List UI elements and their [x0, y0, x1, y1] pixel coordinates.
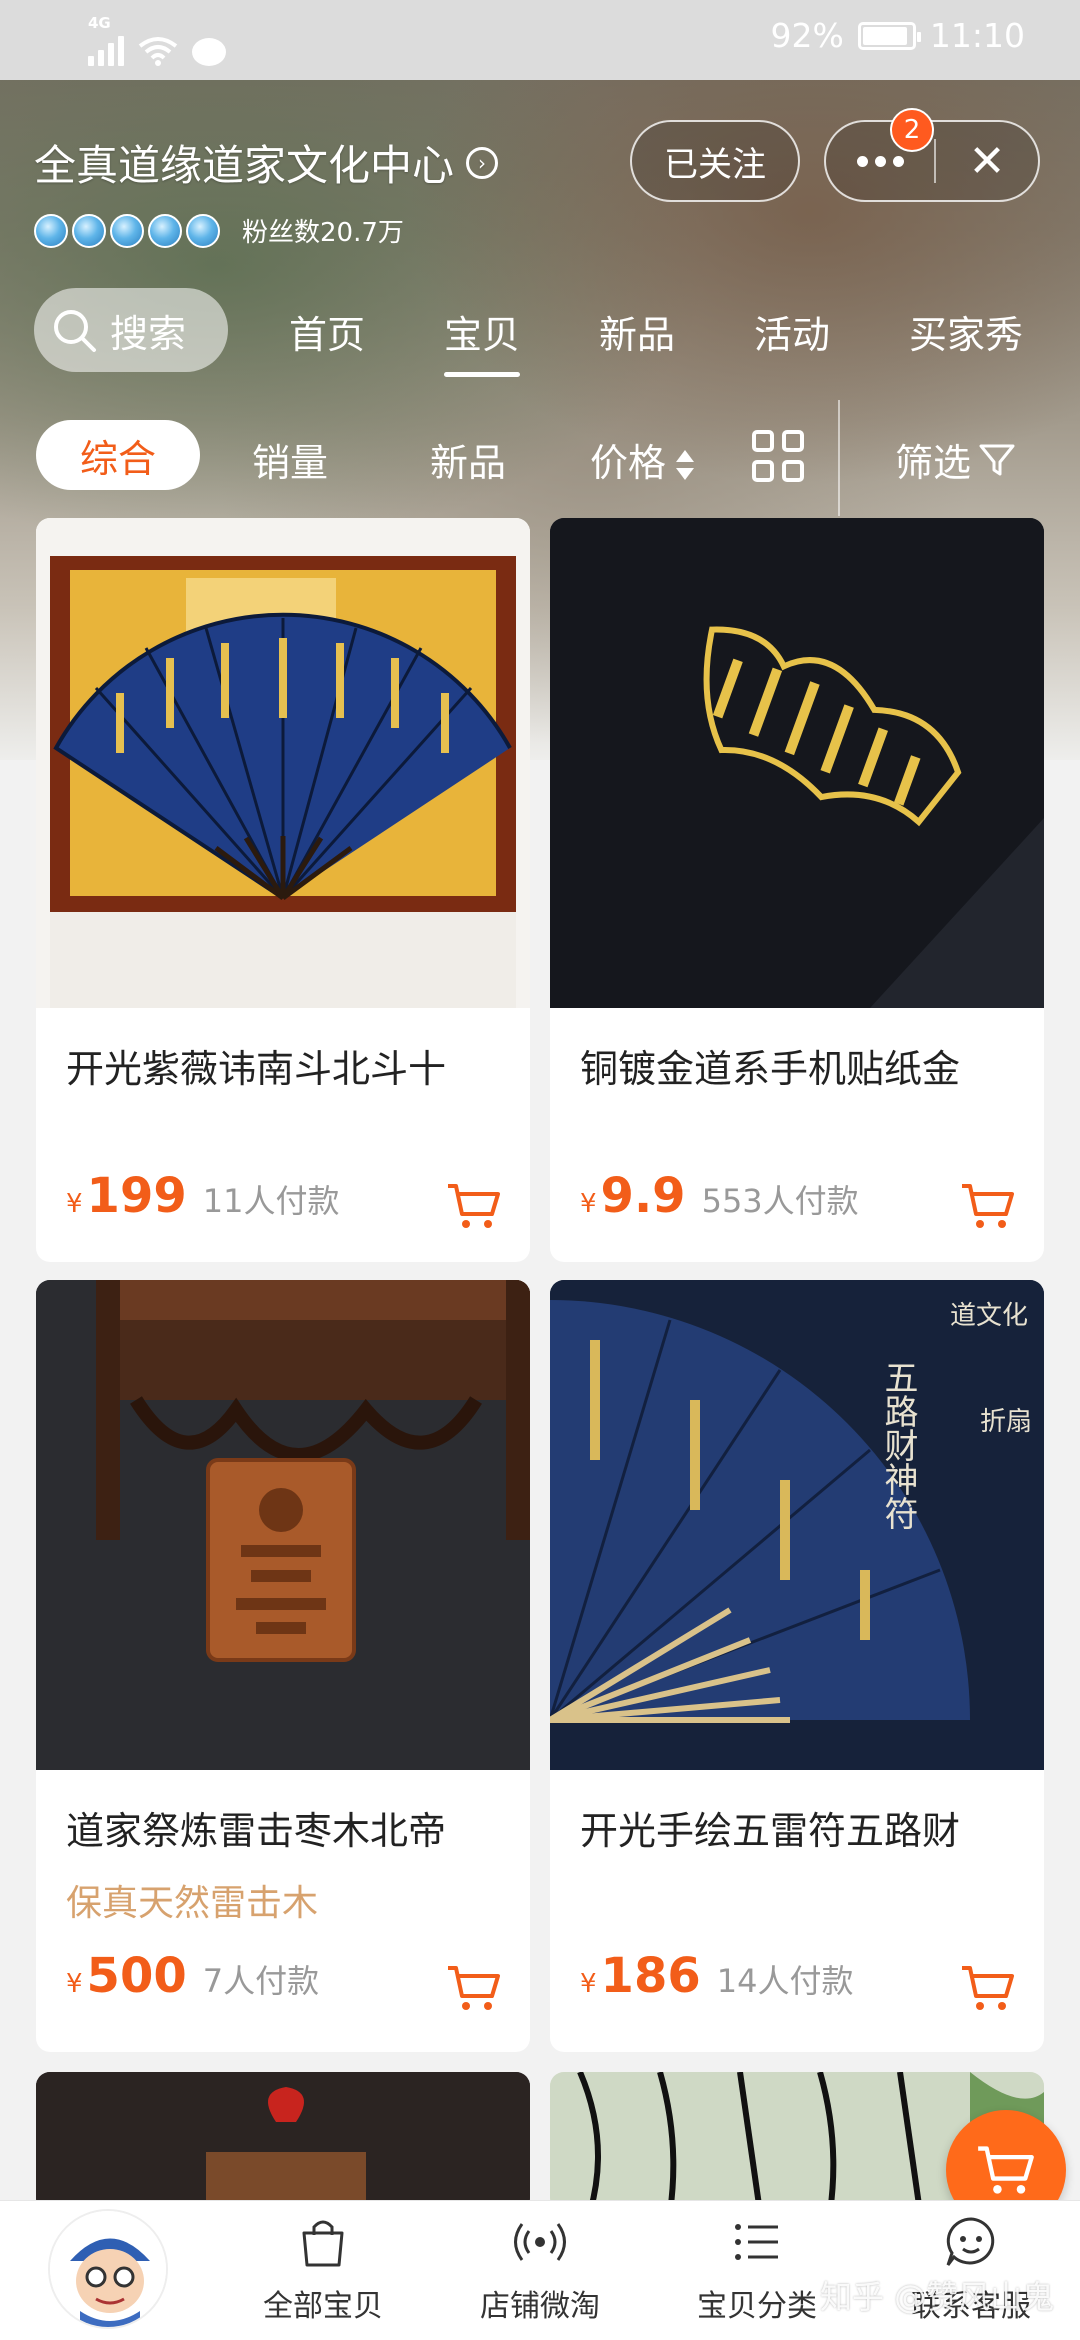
battery-percent: 92% — [770, 16, 844, 55]
product-image: 道文化 折扇 五路财神符 — [550, 1280, 1044, 1770]
product-image — [36, 518, 530, 1008]
notification-badge: 2 — [890, 108, 934, 152]
sort-price[interactable]: 价格 — [590, 432, 695, 487]
bottom-tab-categories[interactable]: 宝贝分类 — [672, 2213, 842, 2325]
signal-icon — [88, 30, 124, 66]
battery-icon — [857, 21, 921, 50]
product-price: 186 — [600, 1948, 701, 2004]
filter-button[interactable]: 筛选 — [895, 432, 1017, 487]
funnel-icon — [979, 444, 1015, 475]
chevron-right-icon: › — [466, 146, 499, 179]
product-price: 500 — [86, 1948, 187, 2004]
add-to-cart-icon[interactable] — [960, 1962, 1016, 2014]
fan-text-culture: 道文化 — [950, 1301, 1028, 1331]
status-bar: 4G 92% 11:10 — [0, 0, 1080, 80]
store-avatar[interactable] — [48, 2209, 168, 2329]
bottom-tab-label: 全部宝贝 — [263, 2289, 383, 2324]
currency-symbol: ¥ — [66, 1969, 83, 1999]
store-rating: 粉丝数20.7万 — [34, 212, 404, 249]
chat-face-icon — [946, 2217, 995, 2266]
tab-buyer-show[interactable]: 买家秀 — [909, 304, 1023, 359]
fans-count: 粉丝数20.7万 — [242, 218, 404, 248]
product-price: 9.9 — [600, 1168, 686, 1224]
follow-button[interactable]: 已关注 — [630, 120, 800, 202]
wifi-icon — [138, 37, 178, 66]
product-title: 铜镀金道系手机贴纸金 — [580, 1047, 961, 1091]
store-name[interactable]: 全真道缘道家文化中心 › — [34, 132, 499, 193]
list-icon — [735, 2224, 778, 2260]
grid-view-icon[interactable] — [752, 430, 804, 482]
broadcast-icon — [514, 2223, 566, 2261]
crown-icon — [110, 213, 144, 248]
bottom-tab-store-feed[interactable]: 店铺微淘 — [455, 2213, 625, 2325]
currency-symbol: ¥ — [580, 1969, 597, 1999]
currency-symbol: ¥ — [580, 1189, 597, 1219]
sold-count: 553人付款 — [701, 1182, 859, 1220]
crown-icon — [72, 213, 106, 248]
product-card[interactable] — [36, 2072, 530, 2212]
currency-symbol: ¥ — [66, 1189, 83, 1219]
sort-arrows-icon — [676, 448, 695, 484]
product-image — [550, 518, 1044, 1008]
tab-activity[interactable]: 活动 — [754, 304, 830, 359]
store-nav-tabs: 搜索 首页 宝贝 新品 活动 买家秀 — [34, 288, 1064, 377]
bottom-tab-all-products[interactable]: 全部宝贝 — [238, 2213, 408, 2325]
product-image — [36, 2072, 530, 2212]
product-subtitle: 保真天然雷击木 — [66, 1883, 319, 1924]
bottom-tab-bar: 全部宝贝 店铺微淘 宝贝分类 联系客服 — [0, 2200, 1080, 2340]
sort-divider — [838, 400, 840, 516]
search-label: 搜索 — [110, 311, 187, 356]
product-title: 道家祭炼雷击枣木北帝 — [66, 1809, 447, 1853]
tab-products[interactable]: 宝贝 — [444, 304, 521, 377]
sold-count: 7人付款 — [202, 1962, 320, 2000]
product-card[interactable]: 开光紫薇讳南斗北斗十 ¥ 199 11人付款 — [36, 518, 530, 1262]
crown-icon — [34, 213, 68, 248]
message-icon — [192, 38, 226, 66]
search-icon — [54, 310, 96, 352]
product-card[interactable]: 铜镀金道系手机贴纸金 ¥ 9.9 553人付款 — [550, 518, 1044, 1262]
store-name-text: 全真道缘道家文化中心 — [34, 141, 455, 190]
filter-label: 筛选 — [895, 441, 972, 485]
search-button[interactable]: 搜索 — [34, 288, 228, 372]
watermark: 知乎 @赞风山鬼 — [820, 2278, 1055, 2316]
bottom-tab-label: 店铺微淘 — [480, 2289, 600, 2324]
sort-new[interactable]: 新品 — [430, 432, 506, 487]
sold-count: 14人付款 — [716, 1962, 854, 2000]
clock: 11:10 — [929, 16, 1025, 55]
product-title: 开光手绘五雷符五路财 — [580, 1809, 961, 1853]
fan-text-folding-fan: 折扇 — [980, 1407, 1032, 1437]
add-to-cart-icon[interactable] — [446, 1180, 502, 1232]
add-to-cart-icon[interactable] — [960, 1180, 1016, 1232]
bottom-tab-label: 宝贝分类 — [697, 2289, 817, 2324]
tab-new[interactable]: 新品 — [599, 304, 675, 359]
sort-sales[interactable]: 销量 — [252, 432, 328, 487]
sold-count: 11人付款 — [202, 1182, 340, 1220]
close-button[interactable]: ✕ — [936, 122, 1038, 200]
price-line: ¥ 186 14人付款 — [580, 1948, 853, 2004]
product-card[interactable]: 道文化 折扇 五路财神符 开光手绘五雷符五路财 ¥ 186 14人付款 — [550, 1280, 1044, 2052]
price-line: ¥ 9.9 553人付款 — [580, 1168, 859, 1224]
price-line: ¥ 500 7人付款 — [66, 1948, 319, 2004]
fan-text-title: 五路财神符 — [878, 1360, 918, 1530]
price-line: ¥ 199 11人付款 — [66, 1168, 339, 1224]
sort-comprehensive[interactable]: 综合 — [36, 420, 200, 490]
crown-icon — [148, 213, 182, 248]
product-title: 开光紫薇讳南斗北斗十 — [66, 1047, 447, 1091]
product-image — [36, 1280, 530, 1770]
product-price: 199 — [86, 1168, 187, 1224]
tab-home[interactable]: 首页 — [289, 304, 365, 359]
crown-icon — [186, 213, 220, 248]
cart-icon — [978, 2146, 1034, 2194]
add-to-cart-icon[interactable] — [446, 1962, 502, 2014]
shopping-bag-icon — [302, 2220, 344, 2267]
sort-price-label: 价格 — [590, 441, 667, 485]
sort-bar: 综合 销量 新品 价格 筛选 — [0, 400, 1080, 516]
product-card[interactable]: 道家祭炼雷击枣木北帝 保真天然雷击木 ¥ 500 7人付款 — [36, 1280, 530, 2052]
